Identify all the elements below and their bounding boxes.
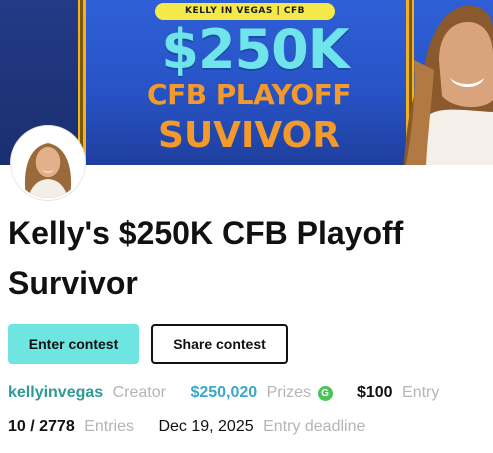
banner-headline-line2: CFB PLAYOFF [147, 78, 351, 111]
page-title: Kelly's $250K CFB Playoff Survivor [8, 215, 404, 301]
deadline-label: Entry deadline [263, 418, 366, 435]
banner-frame-left [78, 0, 86, 165]
creator-avatar[interactable] [11, 126, 85, 200]
banner-amount: $250K [161, 18, 349, 81]
creator-link[interactable]: kellyinvegas [8, 383, 103, 403]
prizes-label: Prizes [266, 384, 312, 401]
prizes-value: $250,020 [190, 384, 258, 401]
entry-fee-value: $100 [356, 384, 393, 401]
g-coin-icon: G [317, 385, 333, 401]
entry-fee-label: Entry [402, 384, 440, 401]
banner-headline-line3: SUVIVOR [158, 115, 340, 156]
creator-label: Creator [112, 384, 166, 401]
woman-portrait-icon [13, 128, 83, 198]
banner-person-image [404, 5, 493, 165]
share-contest-button[interactable]: Share contest [151, 324, 288, 364]
entries-label: Entries [84, 418, 134, 435]
enter-contest-button[interactable]: Enter contest [8, 324, 139, 364]
deadline-value: Dec 19, 2025 [158, 418, 254, 435]
entries-value: 10 / 2778 [8, 418, 75, 435]
contest-stats-row: 10 / 2778 Entries Dec 19, 2025 Entry dea… [8, 417, 365, 437]
contest-meta-row: kellyinvegas Creator $250,020 Prizes G $… [8, 383, 439, 403]
